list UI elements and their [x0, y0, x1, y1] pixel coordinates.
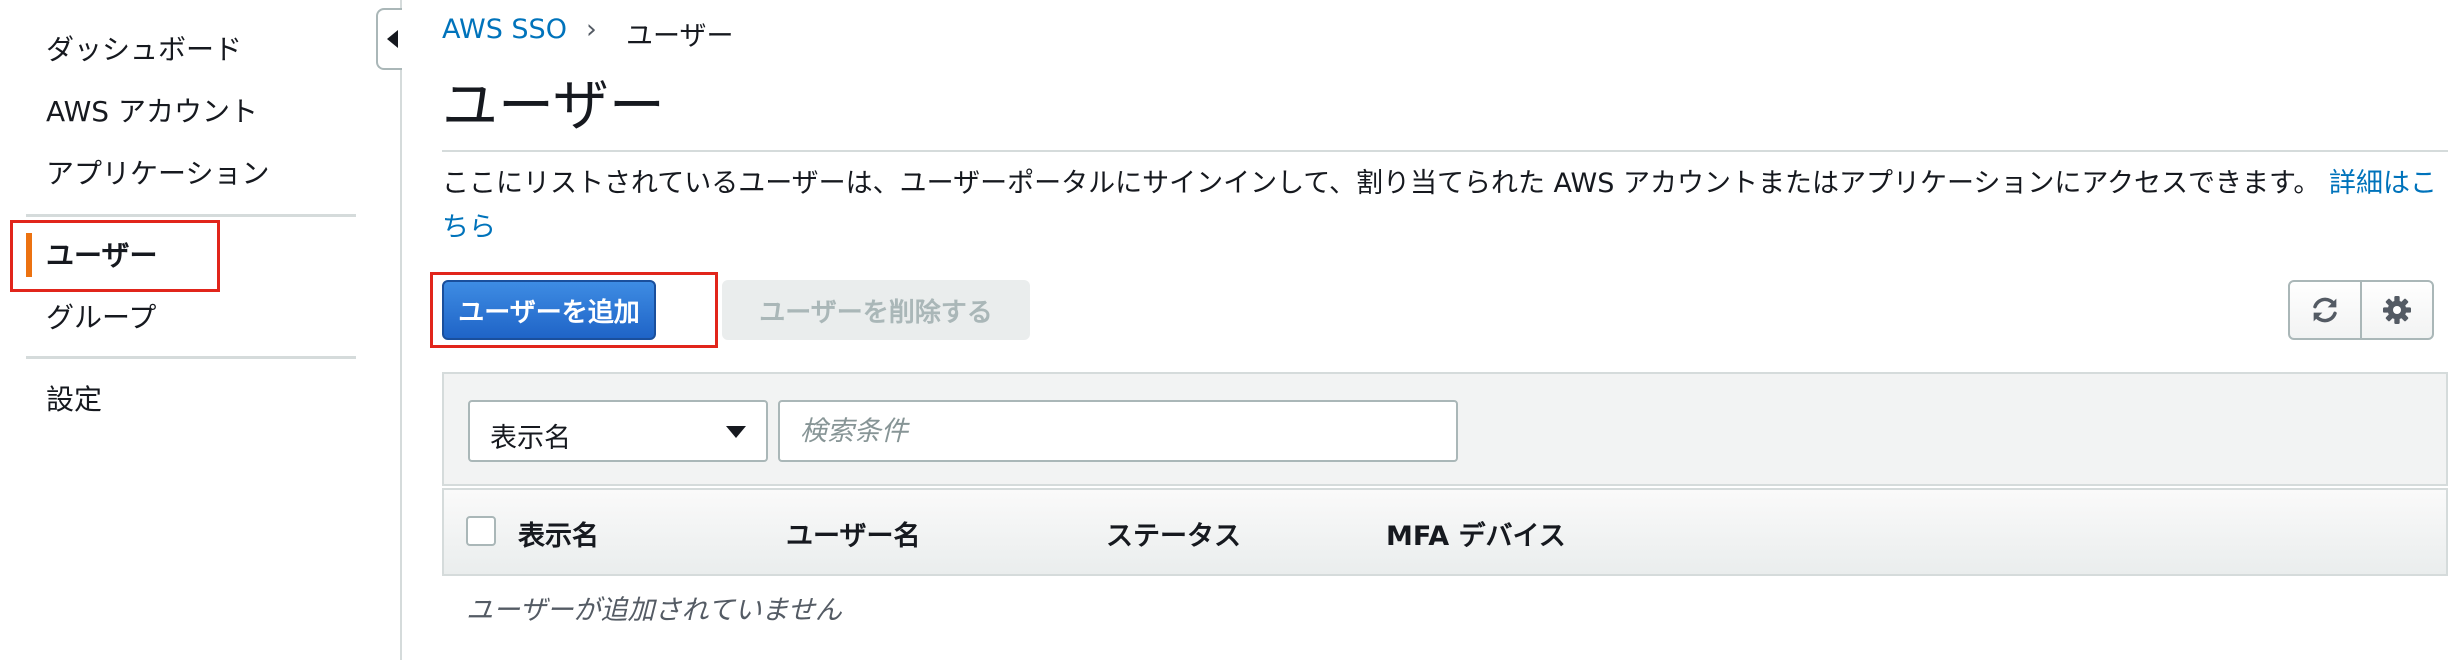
- search-input[interactable]: [778, 400, 1458, 462]
- column-display-name[interactable]: 表示名: [518, 514, 599, 553]
- filter-selected-value: 表示名: [490, 423, 571, 454]
- select-all-checkbox[interactable]: [466, 516, 496, 546]
- settings-button[interactable]: [2360, 280, 2434, 340]
- sidebar-divider: [26, 214, 356, 217]
- refresh-button[interactable]: [2288, 280, 2362, 340]
- sidebar-item-groups[interactable]: グループ: [46, 296, 156, 336]
- sidebar-item-dashboard[interactable]: ダッシュボード: [46, 28, 242, 68]
- sidebar-item-aws-accounts[interactable]: AWS アカウント: [46, 90, 258, 130]
- delete-user-button[interactable]: ユーザーを削除する: [722, 280, 1030, 340]
- refresh-icon: [2313, 297, 2337, 323]
- collapse-sidebar-button[interactable]: [376, 8, 402, 70]
- title-divider: [442, 150, 2448, 152]
- breadcrumb-separator: ›: [586, 14, 597, 45]
- column-status[interactable]: ステータス: [1106, 514, 1241, 553]
- highlight-add-user: [430, 272, 718, 348]
- filter-property-select[interactable]: 表示名: [468, 400, 768, 462]
- breadcrumb-root-link[interactable]: AWS SSO: [442, 14, 567, 45]
- sidebar: ダッシュボード AWS アカウント アプリケーション ユーザー グループ 設定: [0, 0, 402, 660]
- caret-left-icon: [386, 30, 398, 48]
- sidebar-divider: [26, 356, 356, 359]
- page-title: ユーザー: [442, 74, 665, 139]
- sidebar-item-settings[interactable]: 設定: [46, 378, 102, 418]
- column-mfa-devices[interactable]: MFA デバイス: [1386, 514, 1566, 553]
- description-text: ここにリストされているユーザーは、ユーザーポータルにサインインして、割り当てられ…: [442, 168, 2321, 199]
- sidebar-item-applications[interactable]: アプリケーション: [46, 152, 269, 192]
- breadcrumb-current: ユーザー: [626, 21, 734, 52]
- empty-table-message: ユーザーが追加されていません: [466, 595, 842, 626]
- gear-icon: [2383, 296, 2411, 324]
- highlight-users: [10, 220, 220, 292]
- caret-down-icon: [726, 426, 746, 438]
- page-description: ここにリストされているユーザーは、ユーザーポータルにサインインして、割り当てられ…: [442, 162, 2442, 250]
- column-username[interactable]: ユーザー名: [786, 514, 920, 553]
